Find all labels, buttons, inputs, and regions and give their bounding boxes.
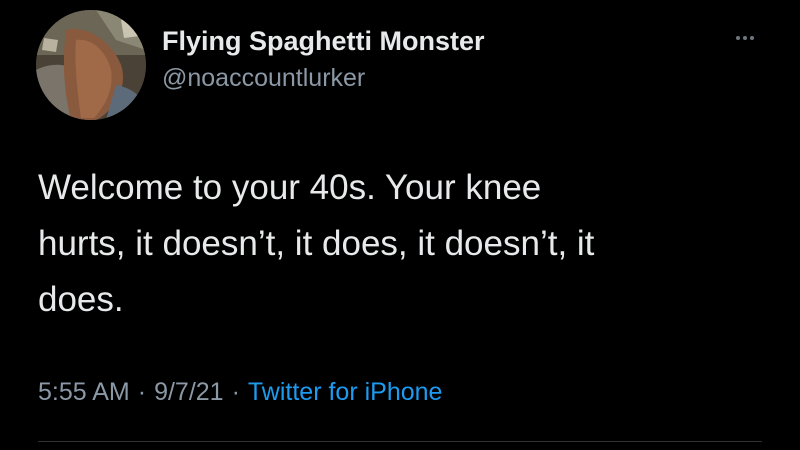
user-handle[interactable]: @noaccountlurker bbox=[162, 64, 365, 93]
divider bbox=[38, 441, 762, 442]
tweet-text-line: hurts, it doesn’t, it does, it doesn’t, … bbox=[38, 224, 595, 263]
more-dot bbox=[750, 36, 754, 40]
tweet-text-line: Welcome to your 40s. Your knee bbox=[38, 168, 542, 207]
meta-separator: · bbox=[137, 378, 147, 406]
tweet: Flying Spaghetti Monster @noaccountlurke… bbox=[0, 0, 800, 450]
tweet-time[interactable]: 5:55 AM bbox=[38, 378, 130, 406]
tweet-metadata: 5:55 AM · 9/7/21 · Twitter for iPhone bbox=[38, 378, 442, 407]
more-dot bbox=[736, 36, 740, 40]
avatar-image bbox=[36, 10, 146, 120]
tweet-date[interactable]: 9/7/21 bbox=[154, 378, 224, 406]
more-dot bbox=[743, 36, 747, 40]
tweet-source-link[interactable]: Twitter for iPhone bbox=[248, 378, 443, 406]
tweet-text: Welcome to your 40s. Your knee hurts, it… bbox=[38, 160, 778, 328]
more-options-icon[interactable] bbox=[725, 28, 765, 48]
tweet-text-line: does. bbox=[38, 280, 124, 319]
avatar[interactable] bbox=[36, 10, 146, 120]
meta-separator: · bbox=[231, 378, 240, 406]
display-name[interactable]: Flying Spaghetti Monster bbox=[162, 26, 485, 57]
